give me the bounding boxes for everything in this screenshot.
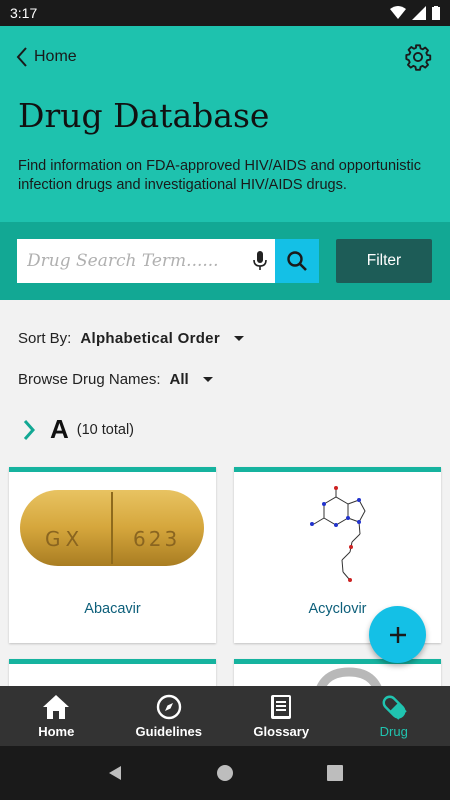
add-fab-button[interactable] — [369, 606, 426, 663]
signal-icon — [412, 6, 426, 20]
recents-square-icon[interactable] — [326, 764, 344, 782]
nav-item-home[interactable]: Home — [0, 686, 113, 746]
home-icon — [43, 694, 70, 719]
molecule-structure-image — [310, 486, 366, 582]
status-bar: 3:17 — [0, 0, 450, 26]
nav-label: Glossary — [253, 723, 310, 739]
nav-item-guidelines[interactable]: Guidelines — [113, 686, 226, 746]
bottom-navigation: Home Guidelines Glossary Drug — [0, 686, 450, 746]
browse-value: All — [169, 371, 189, 388]
pill-imprint-left: GX — [45, 527, 84, 551]
filter-button[interactable]: Filter — [336, 239, 432, 283]
section-count: (10 total) — [76, 421, 135, 438]
section-letter: A — [50, 414, 69, 444]
compass-icon — [156, 694, 181, 719]
back-triangle-icon[interactable] — [106, 764, 124, 782]
back-label: Home — [34, 48, 77, 65]
pill-imprint: GX 623 — [45, 527, 180, 551]
home-circle-icon[interactable] — [216, 764, 234, 782]
pill-icon — [382, 695, 407, 720]
nav-label: Guidelines — [135, 723, 202, 739]
page-title: Drug Database — [18, 96, 270, 135]
book-icon — [271, 694, 292, 719]
back-button[interactable]: Home — [16, 46, 77, 68]
chevron-left-icon — [16, 47, 27, 67]
letter-section-header[interactable]: A (10 total) — [22, 414, 134, 445]
chevron-right-icon — [23, 419, 36, 440]
sort-label: Sort By: — [18, 330, 72, 347]
search-icon — [287, 251, 307, 271]
sort-dropdown[interactable]: Sort By: Alphabetical Order — [18, 330, 244, 347]
gear-icon[interactable] — [404, 43, 432, 71]
sort-value: Alphabetical Order — [80, 330, 220, 347]
search-box — [17, 239, 275, 283]
nav-item-glossary[interactable]: Glossary — [225, 686, 338, 746]
battery-icon — [432, 6, 440, 20]
drug-card[interactable]: GX 623 Abacavir — [9, 467, 216, 643]
status-icons — [390, 6, 440, 20]
wifi-icon — [390, 6, 406, 19]
caret-down-icon — [202, 377, 213, 382]
nav-label: Home — [38, 723, 75, 739]
nav-label: Drug — [379, 723, 408, 739]
system-navigation-bar — [0, 746, 450, 800]
microphone-icon[interactable] — [245, 239, 275, 283]
browse-dropdown[interactable]: Browse Drug Names: All — [18, 371, 213, 388]
plus-icon — [389, 626, 406, 643]
browse-label: Browse Drug Names: — [18, 371, 161, 388]
page-description: Find information on FDA-approved HIV/AID… — [18, 158, 421, 193]
search-button[interactable] — [275, 239, 319, 283]
pill-imprint-right: 623 — [133, 527, 180, 551]
status-time: 3:17 — [10, 5, 38, 21]
page-header: Home Drug Database Find information on F… — [0, 26, 450, 222]
caret-down-icon — [233, 336, 244, 341]
nav-item-drug[interactable]: Drug — [338, 686, 450, 746]
drug-name: Abacavir — [84, 601, 141, 617]
search-bar: Filter — [0, 222, 450, 300]
search-input[interactable] — [17, 251, 245, 271]
